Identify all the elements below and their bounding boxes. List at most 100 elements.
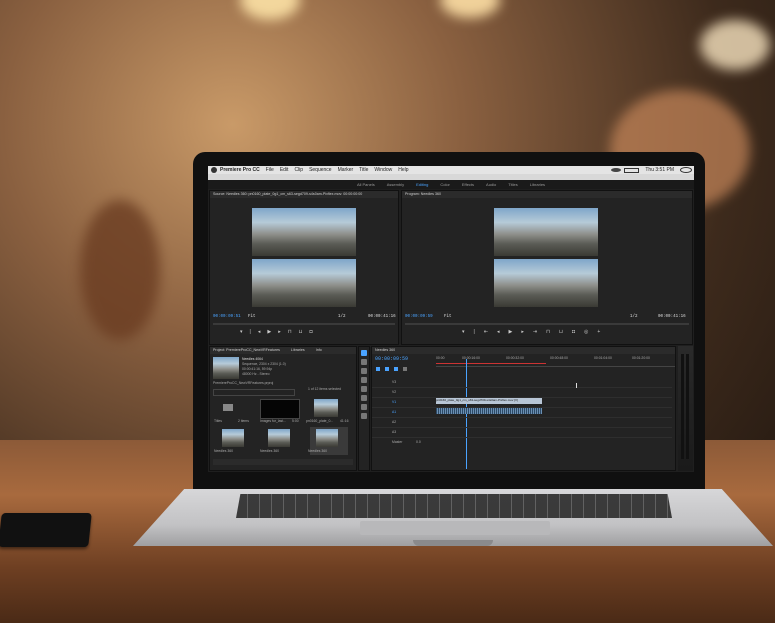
hand-tool-icon[interactable] — [361, 404, 367, 410]
info-tab[interactable]: Info — [316, 348, 322, 352]
shelf-blur — [80, 200, 160, 340]
step-back-icon[interactable]: ◂ — [497, 329, 500, 335]
workspace-titles[interactable]: Titles — [508, 182, 517, 187]
program-scrubber[interactable] — [405, 323, 689, 325]
video-clip[interactable]: pn0160_plate_0g1_cm_s63-segd709-s4s0am-P… — [436, 398, 542, 404]
track-label: A3 — [392, 430, 397, 434]
extract-icon[interactable]: ⊔ — [559, 329, 563, 335]
step-forward-icon[interactable]: ▸ — [278, 329, 281, 335]
menu-title[interactable]: Title — [356, 167, 371, 173]
insert-icon[interactable]: ⊓ — [288, 329, 292, 335]
clip-thumbnail[interactable] — [314, 399, 338, 417]
workspace-audio[interactable]: Audio — [486, 182, 496, 187]
timeline-ruler[interactable]: 00:00 00:00:16:00 00:00:32:00 00:00:48:0… — [436, 356, 675, 367]
sequence-name: Needles 4064 — [242, 357, 263, 361]
mark-in-icon[interactable]: ▾ — [240, 329, 243, 335]
workspace-effects[interactable]: Effects — [462, 182, 474, 187]
program-monitor-title[interactable]: Program: Needles 360 — [402, 191, 692, 198]
tools-panel — [358, 346, 370, 471]
clip-thumbnail[interactable] — [222, 429, 244, 447]
menu-sequence[interactable]: Sequence — [306, 167, 335, 173]
menu-help[interactable]: Help — [395, 167, 411, 173]
workspace-assembly[interactable]: Assembly — [387, 182, 404, 187]
ruler-tick: 00:01:20:00 — [632, 356, 650, 360]
menubar-clock[interactable]: Thu 3:51 PM — [642, 167, 677, 173]
menu-file[interactable]: File — [263, 167, 277, 173]
audio-meters — [678, 346, 693, 471]
battery-icon[interactable] — [624, 167, 640, 173]
play-icon[interactable]: ▶ — [267, 329, 271, 335]
workspace-editing[interactable]: Editing — [416, 182, 428, 187]
linked-selection-icon[interactable] — [385, 367, 389, 371]
sequence-frame-info: Sequence, 2304 x 2304 (1.0) — [242, 362, 286, 366]
add-marker-icon[interactable] — [394, 367, 398, 371]
workspace-all-panels[interactable]: All Panels — [357, 182, 375, 187]
lift-icon[interactable]: ⊓ — [546, 329, 550, 335]
app-menu[interactable]: Premiere Pro CC — [217, 167, 263, 173]
menu-edit[interactable]: Edit — [277, 167, 292, 173]
mark-in-icon[interactable]: ▾ — [462, 329, 465, 335]
wifi-icon[interactable] — [611, 168, 622, 172]
source-resolution[interactable]: 1/2 — [338, 315, 346, 319]
clip-thumbnail-selected[interactable] — [316, 429, 338, 447]
folder-icon — [223, 404, 233, 411]
track-label: V2 — [392, 390, 397, 394]
workspace-libraries[interactable]: Libraries — [530, 182, 545, 187]
program-resolution[interactable]: 1/2 — [630, 315, 638, 319]
project-search-input[interactable] — [213, 389, 295, 396]
work-area-bar[interactable] — [436, 363, 546, 364]
selection-count: 1 of 12 items selected — [308, 387, 341, 391]
libraries-tab[interactable]: Libraries — [291, 348, 305, 352]
bin-item[interactable] — [216, 399, 240, 417]
play-icon[interactable]: ▶ — [509, 329, 513, 335]
razor-tool-icon[interactable] — [361, 377, 367, 383]
source-timecode-current[interactable]: 00:00:09:51 — [213, 315, 241, 319]
project-file-name: PremiereProCC_NewVRFeatures.prproj — [213, 381, 274, 385]
add-button-icon[interactable]: + — [597, 329, 600, 335]
clip-thumbnail[interactable] — [268, 429, 290, 447]
source-fit-select[interactable]: Fit — [248, 315, 256, 319]
slip-tool-icon[interactable] — [361, 386, 367, 392]
menu-marker[interactable]: Marker — [335, 167, 357, 173]
project-tab[interactable]: Project: PremiereProCC_NewVRFeatures — [213, 348, 280, 352]
step-back-icon[interactable]: ◂ — [258, 329, 261, 335]
mark-out-icon[interactable]: | — [250, 329, 251, 335]
timeline-tab[interactable]: Needles 360 — [372, 347, 675, 354]
vr-video-icon[interactable]: ◎ — [584, 329, 588, 335]
mark-out-icon[interactable]: | — [474, 329, 475, 335]
menu-window[interactable]: Window — [371, 167, 395, 173]
ripple-edit-tool-icon[interactable] — [361, 368, 367, 374]
bin-label: Titles — [214, 419, 222, 423]
step-forward-icon[interactable]: ▸ — [521, 329, 524, 335]
source-monitor-title[interactable]: Source: Needles 360: pn0160_plate_0g1_cm… — [210, 191, 398, 198]
track-master: Master 0.0 — [372, 437, 672, 447]
ruler-tick: 00:01:04:00 — [594, 356, 612, 360]
pen-tool-icon[interactable] — [361, 395, 367, 401]
track-select-tool-icon[interactable] — [361, 359, 367, 365]
go-to-in-icon[interactable]: ⇤ — [484, 329, 488, 335]
type-tool-icon[interactable] — [361, 413, 367, 419]
source-transport: ▾ | ◂ ▶ ▸ ⊓ ⊔ ◘ — [240, 329, 313, 335]
clip-thumbnail-black[interactable] — [260, 399, 300, 419]
selection-tool-icon[interactable] — [361, 350, 367, 356]
program-fit-select[interactable]: Fit — [444, 315, 452, 319]
program-preview-bottom — [494, 259, 598, 307]
audio-clip[interactable] — [436, 408, 542, 414]
wrench-icon[interactable] — [403, 367, 407, 371]
overwrite-icon[interactable]: ⊔ — [299, 329, 303, 335]
go-to-out-icon[interactable]: ⇥ — [533, 329, 537, 335]
timeline-timecode[interactable]: 00:00:09:59 — [375, 356, 408, 362]
clip-label: Needles 360 — [260, 449, 280, 453]
workspace-color[interactable]: Color — [440, 182, 450, 187]
export-frame-icon[interactable]: ◘ — [572, 329, 575, 335]
source-scrubber[interactable] — [213, 323, 395, 325]
snap-icon[interactable] — [376, 367, 380, 371]
export-frame-icon[interactable]: ◘ — [310, 329, 313, 335]
source-timecode-duration: 00:00:41:16 — [368, 315, 396, 319]
menu-clip[interactable]: Clip — [291, 167, 306, 173]
program-timecode-current[interactable]: 00:00:09:59 — [405, 315, 433, 319]
bin-meta: 2 items — [238, 419, 249, 423]
search-icon[interactable] — [680, 167, 692, 173]
master-volume[interactable]: 0.0 — [416, 440, 421, 444]
window-light-blur — [700, 20, 770, 70]
